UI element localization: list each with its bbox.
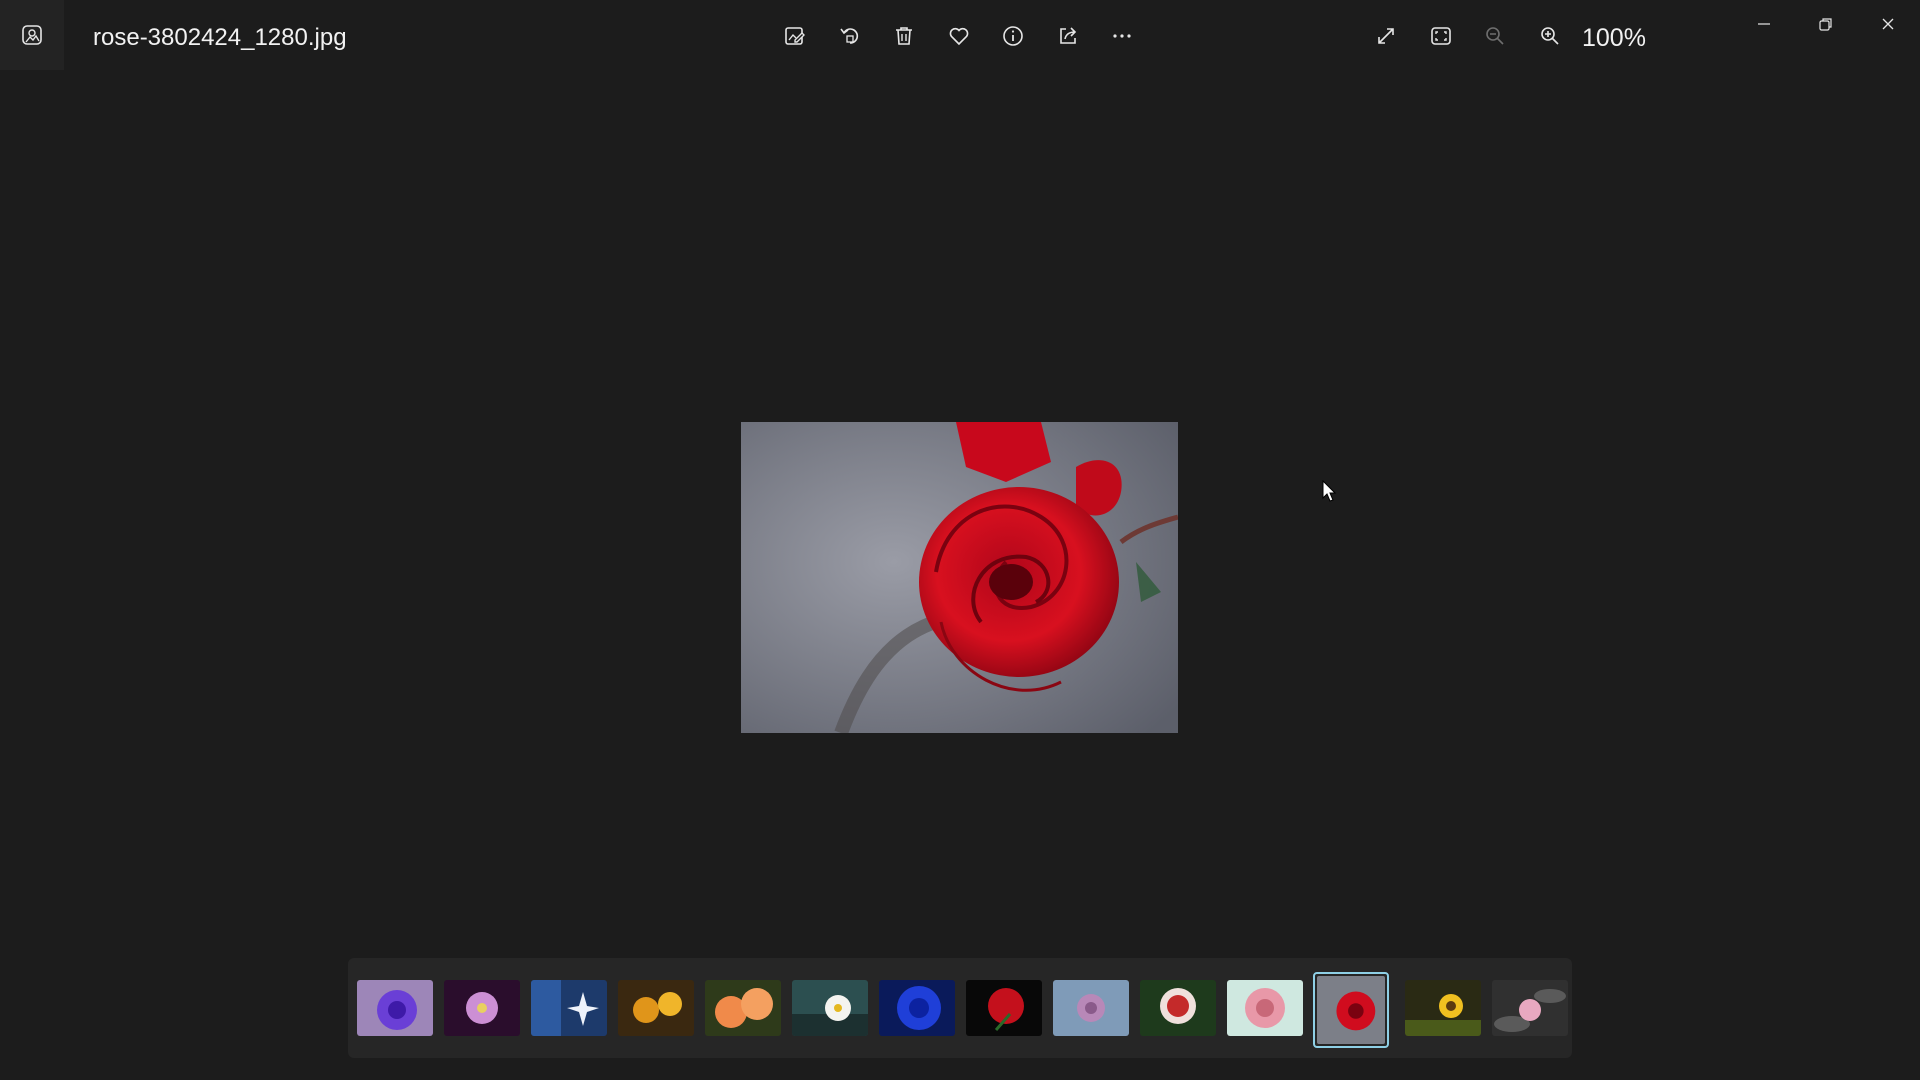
info-icon: [1003, 26, 1023, 46]
thumbnail[interactable]: [444, 980, 520, 1036]
zoom-out-icon: [1486, 27, 1504, 45]
share-button[interactable]: [1048, 18, 1088, 54]
favorite-button[interactable]: [939, 18, 979, 54]
thumbnail[interactable]: [531, 980, 607, 1036]
thumbnail[interactable]: [1405, 980, 1481, 1036]
file-info-button[interactable]: [993, 18, 1033, 54]
thumbnail[interactable]: [357, 980, 433, 1036]
restore-icon: [1819, 18, 1832, 31]
zoom-level-indicator[interactable]: 100%: [1582, 24, 1646, 53]
rose-photo-image: [741, 422, 1178, 733]
more-icon: [1113, 34, 1131, 38]
thumbnail-image: [444, 980, 520, 1036]
close-button[interactable]: [1860, 6, 1916, 42]
rotate-icon: [840, 28, 859, 44]
thumbnail[interactable]: [879, 980, 955, 1036]
minimize-icon: [1758, 23, 1770, 25]
zoom-out-button[interactable]: [1475, 18, 1515, 54]
app-menu-button[interactable]: [0, 0, 64, 70]
rotate-button[interactable]: [830, 18, 870, 54]
trash-icon: [896, 27, 912, 45]
thumbnail-image: [618, 980, 694, 1036]
thumbnail-selected[interactable]: [1313, 972, 1389, 1048]
thumbnail[interactable]: [966, 980, 1042, 1036]
delete-button[interactable]: [884, 18, 924, 54]
fit-to-window-button[interactable]: [1421, 18, 1461, 54]
edit-image-button[interactable]: [775, 18, 815, 54]
thumbnail[interactable]: [1227, 980, 1303, 1036]
thumbnail-image: [1053, 980, 1129, 1036]
file-name-title: rose-3802424_1280.jpg: [93, 24, 347, 51]
thumbnail-image: [1227, 980, 1303, 1036]
see-more-button[interactable]: [1102, 18, 1142, 54]
title-bar: rose-3802424_1280.jpg 100%: [0, 0, 1920, 72]
fit-window-icon: [1431, 27, 1451, 45]
thumbnail[interactable]: [1492, 980, 1568, 1036]
edit-image-icon: [785, 27, 805, 45]
thumbnail[interactable]: [705, 980, 781, 1036]
thumbnail-image: [966, 980, 1042, 1036]
main-photo-rose[interactable]: [741, 422, 1178, 733]
thumbnail[interactable]: [618, 980, 694, 1036]
minimize-button[interactable]: [1736, 6, 1792, 42]
thumbnail-image: [1405, 980, 1481, 1036]
zoom-in-icon: [1541, 27, 1559, 45]
share-icon: [1060, 27, 1077, 44]
fullscreen-button[interactable]: [1366, 18, 1406, 54]
thumbnail[interactable]: [1053, 980, 1129, 1036]
zoom-in-button[interactable]: [1530, 18, 1570, 54]
photos-app-icon: [22, 25, 42, 45]
thumbnail-image: [705, 980, 781, 1036]
thumbnail[interactable]: [792, 980, 868, 1036]
thumbnail-image: [1317, 976, 1385, 1044]
thumbnail-image: [1492, 980, 1568, 1036]
thumbnail-image: [792, 980, 868, 1036]
filmstrip: [348, 958, 1572, 1058]
restore-button[interactable]: [1798, 6, 1854, 42]
heart-icon: [949, 27, 969, 46]
thumbnail-image: [879, 980, 955, 1036]
mouse-pointer-icon: [1322, 480, 1337, 502]
thumbnail-image: [1140, 980, 1216, 1036]
expand-icon: [1378, 28, 1394, 44]
thumbnail-image: [357, 980, 433, 1036]
thumbnail-image: [531, 980, 607, 1036]
thumbnail[interactable]: [1140, 980, 1216, 1036]
close-icon: [1882, 18, 1894, 30]
